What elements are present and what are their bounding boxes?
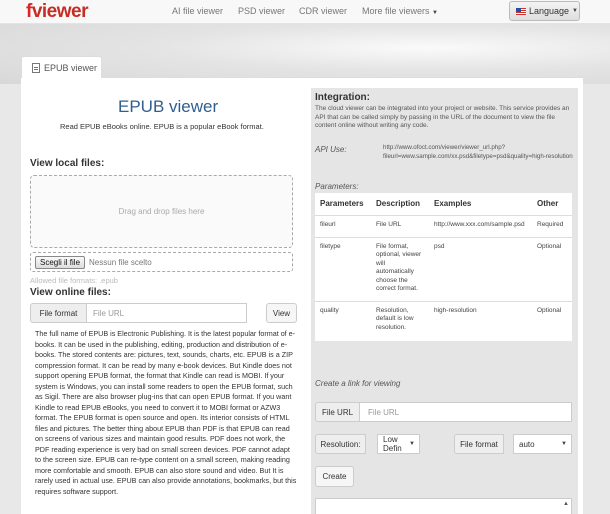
table-cell: Resolution, default is low resolution. — [371, 300, 429, 341]
chevron-down-icon: ▼ — [409, 441, 415, 447]
parameters-table: Parameters Description Examples Other fi… — [315, 193, 572, 341]
table-header-row: Parameters Description Examples Other — [315, 193, 572, 216]
resolution-select[interactable]: Low Defin ▼ — [377, 434, 420, 454]
file-format-select[interactable]: auto ▼ — [513, 434, 572, 454]
parameters-label: Parameters: — [315, 182, 359, 191]
nav-link-ai-viewer[interactable]: AI file viewer — [172, 6, 223, 16]
file-format-addon: File format — [30, 303, 87, 323]
tab-label: EPUB viewer — [44, 62, 98, 73]
view-button[interactable]: View — [266, 303, 297, 323]
page-title: EPUB viewer — [118, 97, 219, 116]
table-cell: File format, optional, viewer will autom… — [371, 236, 429, 301]
language-button[interactable]: Language ▼ — [509, 1, 580, 21]
integration-text: The cloud viewer can be integrated into … — [315, 105, 570, 129]
drop-zone-text: Drag and drop files here — [118, 207, 205, 216]
table-header: Examples — [429, 193, 532, 216]
table-header: Parameters — [315, 193, 371, 216]
tab-epub-viewer[interactable]: EPUB viewer — [21, 56, 102, 78]
epub-description: The full name of EPUB is Electronic Publ… — [35, 329, 297, 496]
drop-zone[interactable]: Drag and drop files here — [30, 175, 293, 248]
table-cell: Required — [532, 214, 572, 237]
table-cell: quality — [315, 300, 371, 341]
table-header: Description — [371, 193, 429, 216]
file-url-input[interactable]: File URL — [86, 303, 247, 323]
online-files-heading: View online files: — [30, 287, 111, 298]
choose-file-button[interactable]: Scegli il file — [35, 255, 86, 269]
table-cell: fileurl — [315, 214, 371, 237]
table-row: quality Resolution, default is low resol… — [315, 300, 572, 341]
api-use-label: API Use: — [315, 145, 347, 154]
create-button[interactable]: Create — [315, 466, 354, 487]
local-files-heading: View local files: — [30, 158, 105, 169]
generated-link-textarea[interactable]: ▲ — [315, 498, 572, 514]
table-row: filetype File format, optional, viewer w… — [315, 236, 572, 301]
table-cell: Optional — [532, 236, 572, 301]
document-icon — [32, 62, 40, 73]
chevron-down-icon: ▼ — [561, 441, 567, 447]
table-cell: Optional — [532, 300, 572, 341]
integration-heading: Integration: — [315, 92, 370, 103]
us-flag-icon — [516, 7, 526, 15]
table-cell: http://www.xxx.com/sample.psd — [429, 214, 532, 237]
no-file-label: Nessun file scelto — [89, 257, 152, 267]
site-logo[interactable]: fviewer — [26, 1, 88, 23]
file-input-row: Scegli il file Nessun file scelto — [30, 252, 293, 272]
scroll-up-icon[interactable]: ▲ — [563, 501, 569, 507]
api-url-text: http://www.ofoct.com/viewer/viewer_url.p… — [383, 144, 573, 160]
table-cell: File URL — [371, 214, 429, 237]
table-header: Other — [532, 193, 572, 216]
table-cell: high-resolution — [429, 300, 532, 341]
resolution-addon: Resolution: — [315, 434, 366, 454]
nav-link-cdr-viewer[interactable]: CDR viewer — [299, 6, 347, 16]
table-cell: filetype — [315, 236, 371, 301]
page-subtitle: Read EPUB eBooks online. EPUB is a popul… — [60, 122, 264, 131]
file-format-select-addon: File format — [454, 434, 504, 454]
chevron-down-icon: ▼ — [432, 10, 438, 16]
link-file-url-input[interactable]: File URL — [359, 402, 572, 422]
table-row: fileurl File URL http://www.xxx.com/samp… — [315, 214, 572, 237]
table-cell: psd — [429, 236, 532, 301]
allowed-formats-text: Allowed file formats: .epub — [30, 276, 118, 285]
file-format-value: auto — [519, 439, 535, 449]
create-link-label: Create a link for viewing — [315, 379, 401, 388]
file-url-addon: File URL — [315, 402, 360, 422]
language-label: Language — [529, 6, 570, 16]
chevron-down-icon: ▼ — [572, 8, 578, 14]
nav-link-more-viewers[interactable]: More file viewers ▼ — [362, 6, 438, 16]
nav-link-psd-viewer[interactable]: PSD viewer — [238, 6, 285, 16]
top-navbar: fviewer AI file viewer PSD viewer CDR vi… — [0, 0, 610, 24]
resolution-value: Low Defin — [383, 435, 402, 453]
